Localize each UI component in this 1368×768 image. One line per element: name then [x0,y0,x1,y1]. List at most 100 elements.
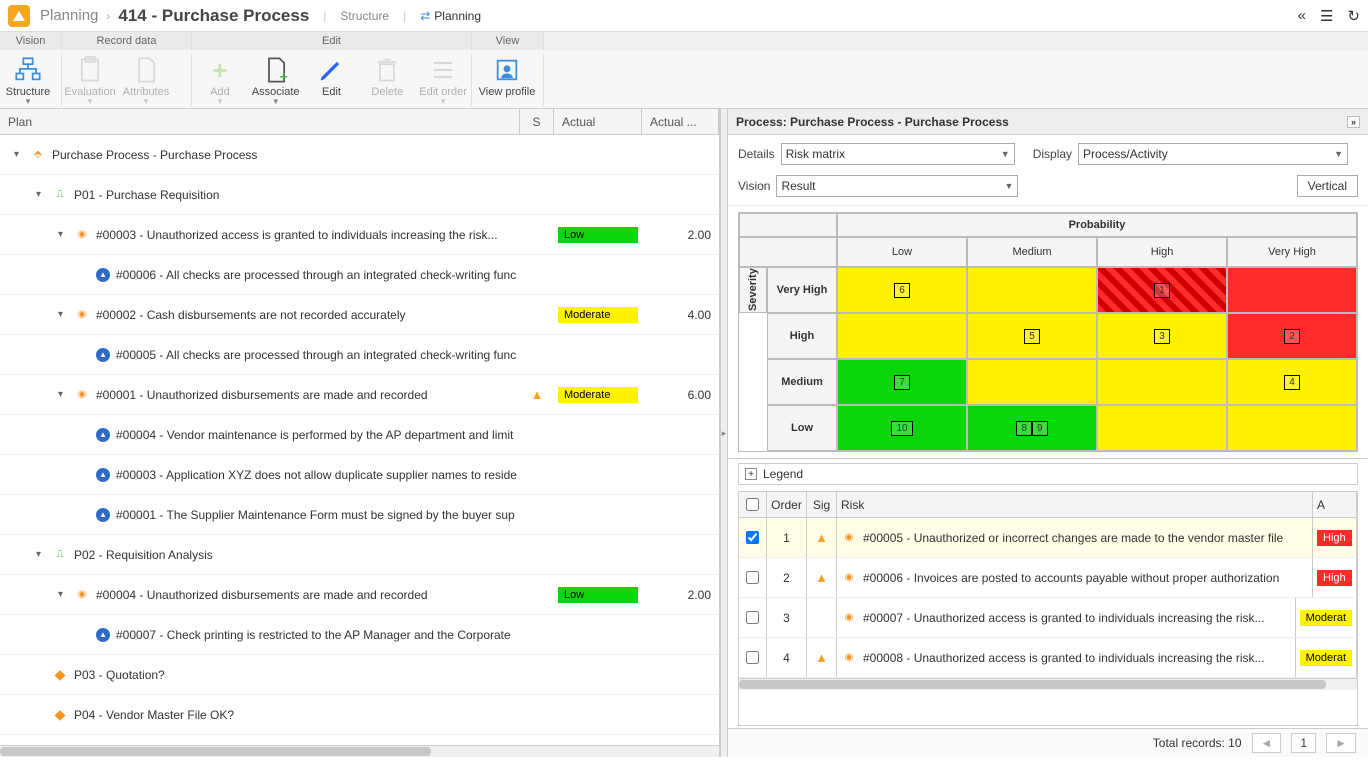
tree-row[interactable]: ▲#00007 - Check printing is restricted t… [0,615,719,655]
tree-label: #00003 - Application XYZ does not allow … [116,468,517,482]
matrix-cell[interactable]: 7 [837,359,967,405]
plus-icon: + [745,468,757,480]
tree-caret-icon[interactable]: ▾ [36,549,46,560]
matrix-cell[interactable] [837,313,967,359]
col-sig[interactable]: Sig [807,492,837,517]
tree-caret-icon[interactable]: ▾ [58,389,68,400]
tree-row[interactable]: ▾◉#00001 - Unauthorized disbursements ar… [0,375,719,415]
tree-row[interactable]: ▲#00003 - Application XYZ does not allow… [0,455,719,495]
caret-down-icon: ▼ [24,100,32,104]
tree-caret-icon[interactable]: ▾ [58,589,68,600]
plan-tree-panel: Plan S Actual Actual ... ▾⬘Purchase Proc… [0,109,720,757]
col-plan[interactable]: Plan [0,109,520,134]
row-checkbox[interactable] [746,571,759,584]
delete-button: Delete [359,54,415,106]
matrix-row-header: Low [767,405,837,451]
planning-icon: ⇄ [420,9,430,23]
matrix-row-header: High [767,313,837,359]
breadcrumb-module[interactable]: Planning [40,7,98,24]
status-badge: High [1317,530,1352,546]
page-number[interactable]: 1 [1291,733,1316,753]
matrix-cell[interactable]: 6 [837,267,967,313]
risk-row[interactable]: 4 ▲ ◉#00008 - Unauthorized access is gra… [739,638,1357,678]
list-icon[interactable]: ☰ [1320,7,1333,25]
risk-icon: ◉ [841,650,857,666]
tree-row[interactable]: ▲#00005 - All checks are processed throu… [0,335,719,375]
horizontal-scrollbar[interactable] [0,745,719,757]
tree-row[interactable]: ▲#00006 - All checks are processed throu… [0,255,719,295]
tree-caret-icon[interactable]: ▾ [14,149,24,160]
legend-toggle[interactable]: + Legend [738,463,1358,485]
chevron-right-icon: › [106,9,110,23]
risk-icon: ◉ [841,610,857,626]
structure-button[interactable]: Structure ▼ [0,54,56,106]
tree-row[interactable]: ▾◉#00003 - Unauthorized access is grante… [0,215,719,255]
matrix-cell[interactable]: 5 [967,313,1097,359]
col-actual2[interactable]: Actual ... [642,109,719,134]
tree-row[interactable]: ▾⬘Purchase Process - Purchase Process [0,135,719,175]
details-select[interactable]: Risk matrix▼ [781,143,1015,165]
horizontal-scrollbar[interactable] [739,678,1357,690]
col-order[interactable]: Order [767,492,807,517]
col-checkbox[interactable] [739,492,767,517]
expand-icon[interactable]: » [1347,116,1360,128]
tree-row[interactable]: ▾◉#00004 - Unauthorized disbursements ar… [0,575,719,615]
pencil-icon [317,56,345,84]
row-checkbox[interactable] [746,611,759,624]
tree-row[interactable]: ▲#00004 - Vendor maintenance is performe… [0,415,719,455]
matrix-cell[interactable]: 3 [1097,313,1227,359]
row-checkbox[interactable] [746,651,759,664]
tree-row[interactable]: ▾⎍P02 - Requisition Analysis [0,535,719,575]
matrix-cell[interactable]: 10 [837,405,967,451]
col-actual[interactable]: Actual [554,109,642,134]
matrix-cell[interactable] [1227,267,1357,313]
tree-row[interactable]: ◆P04 - Vendor Master File OK? [0,695,719,735]
header-tab-structure[interactable]: Structure [340,9,389,23]
associate-button[interactable]: + Associate ▼ [248,54,304,106]
ribbon-tab-edit: Edit [192,32,472,50]
matrix-cell[interactable]: 4 [1227,359,1357,405]
matrix-cell[interactable]: 8 9 [967,405,1097,451]
collapse-icon[interactable]: « [1298,7,1306,25]
refresh-icon[interactable]: ↻ [1347,7,1360,25]
vertical-button[interactable]: Vertical [1297,175,1358,197]
risk-row[interactable]: 3 ◉#00007 - Unauthorized access is grant… [739,598,1357,638]
tree-caret-icon[interactable]: ▾ [58,309,68,320]
clipboard-icon [76,56,104,84]
col-a[interactable]: A [1313,492,1357,517]
tree-row[interactable]: ▾◉#00002 - Cash disbursements are not re… [0,295,719,335]
tree-caret-icon[interactable]: ▾ [58,229,68,240]
vision-select[interactable]: Result▼ [776,175,1018,197]
tree-row[interactable]: ▲#00001 - The Supplier Maintenance Form … [0,495,719,535]
matrix-cell[interactable]: 2 [1227,313,1357,359]
matrix-cell[interactable]: 1 [1097,267,1227,313]
view-profile-button[interactable]: View profile [472,54,542,106]
header-tab-planning[interactable]: ⇄ Planning [420,9,481,23]
row-order: 4 [767,638,807,677]
warning-icon: ▲ [815,570,828,585]
col-risk[interactable]: Risk [837,492,1313,517]
tree-row[interactable]: ◆P03 - Quotation? [0,655,719,695]
matrix-cell[interactable] [1097,359,1227,405]
trash-icon [373,56,401,84]
matrix-cell[interactable] [967,359,1097,405]
col-s[interactable]: S [520,109,554,134]
risk-icon: ◉ [841,570,857,586]
select-all-checkbox[interactable] [746,498,759,511]
matrix-cell[interactable] [1097,405,1227,451]
ribbon-tab-record: Record data [62,32,192,50]
splitter[interactable]: ▸ [720,109,728,757]
tree-label: #00001 - The Supplier Maintenance Form m… [116,508,515,522]
risk-row[interactable]: 2 ▲ ◉#00006 - Invoices are posted to acc… [739,558,1357,598]
tree-row[interactable]: ▾⎍P01 - Purchase Requisition [0,175,719,215]
row-checkbox[interactable] [746,531,759,544]
display-select[interactable]: Process/Activity▼ [1078,143,1348,165]
warning-icon: ▲ [815,650,828,665]
tree-caret-icon[interactable]: ▾ [36,189,46,200]
matrix-cell[interactable] [1227,405,1357,451]
next-page-button[interactable]: ► [1326,733,1356,753]
risk-row[interactable]: 1 ▲ ◉#00005 - Unauthorized or incorrect … [739,518,1357,558]
prev-page-button[interactable]: ◄ [1252,733,1282,753]
matrix-cell[interactable] [967,267,1097,313]
edit-button[interactable]: Edit [304,54,360,106]
